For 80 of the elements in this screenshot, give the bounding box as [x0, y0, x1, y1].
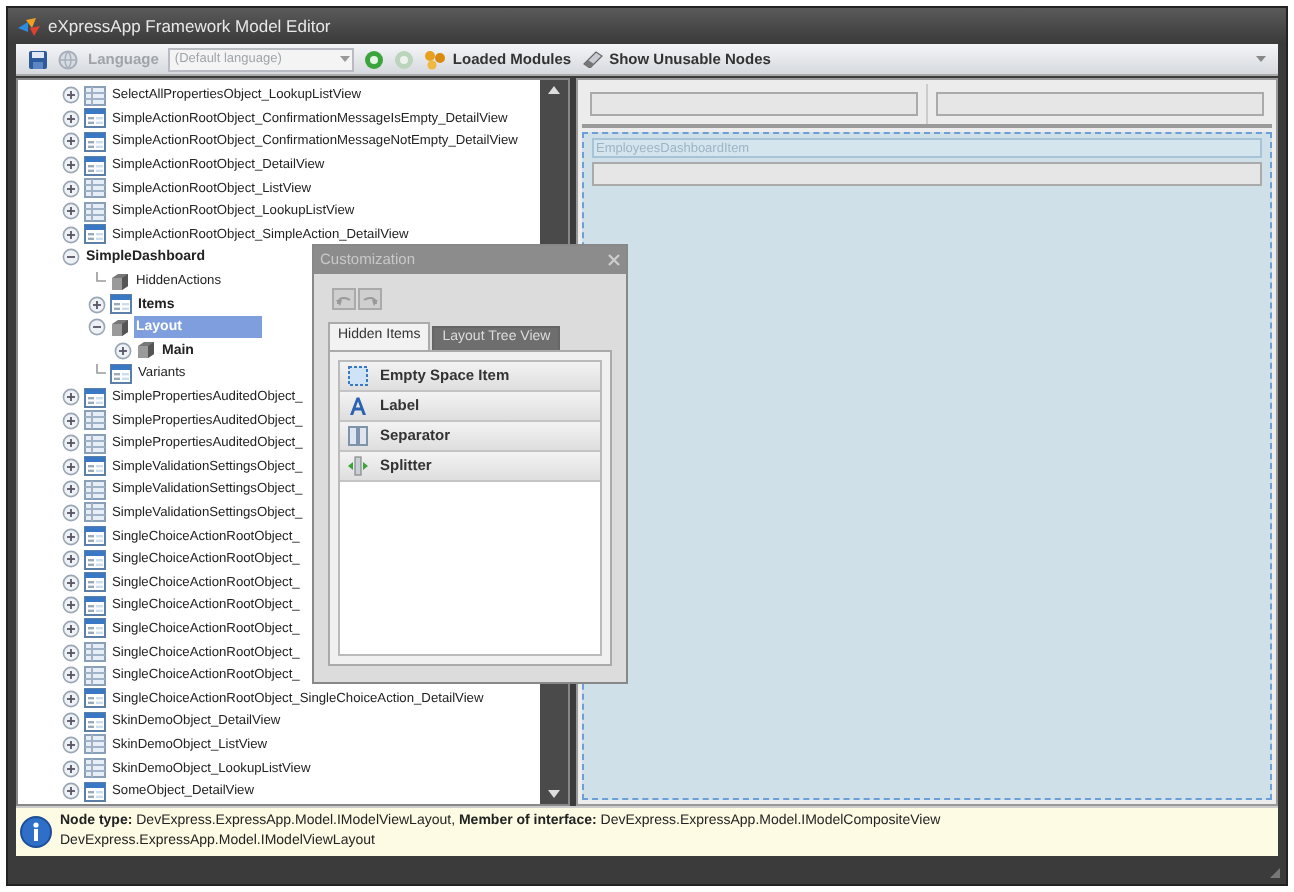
- form-icon: [84, 131, 106, 152]
- expand-icon[interactable]: [62, 202, 80, 221]
- grid-icon: [84, 642, 106, 663]
- expand-icon[interactable]: [62, 457, 80, 476]
- expand-icon[interactable]: [62, 619, 80, 638]
- form-icon: [84, 108, 106, 129]
- form-icon: [84, 618, 106, 639]
- cube-icon: [110, 317, 130, 338]
- scroll-up-icon[interactable]: [548, 86, 560, 94]
- grid-icon: [84, 665, 106, 686]
- info-icon: [20, 816, 52, 848]
- expand-icon[interactable]: [62, 388, 80, 407]
- expand-icon[interactable]: [62, 156, 80, 175]
- expand-icon[interactable]: [88, 295, 106, 314]
- expand-icon[interactable]: [62, 132, 80, 151]
- grid-icon: [84, 201, 106, 222]
- expand-icon[interactable]: [62, 527, 80, 546]
- dashed-square-icon: [348, 366, 368, 386]
- empty-field[interactable]: [592, 162, 1262, 186]
- expand-icon[interactable]: [62, 596, 80, 615]
- redo-icon: [362, 293, 378, 305]
- form-icon: [84, 572, 106, 593]
- expand-icon[interactable]: [62, 759, 80, 778]
- grid-icon: [84, 502, 106, 523]
- letter-icon: [348, 396, 368, 416]
- form-icon: [84, 387, 106, 408]
- expand-icon[interactable]: [62, 782, 80, 801]
- form-icon: [84, 224, 106, 245]
- grid-icon: [84, 178, 106, 199]
- form-icon: [84, 155, 106, 176]
- expand-icon[interactable]: [62, 643, 80, 662]
- form-icon: [110, 294, 132, 315]
- app-logo-icon: [18, 17, 40, 35]
- window-title: eXpressApp Framework Model Editor: [48, 13, 331, 39]
- expand-icon[interactable]: [62, 179, 80, 198]
- expand-icon[interactable]: [62, 735, 80, 754]
- empty-field[interactable]: [590, 92, 918, 116]
- eraser-icon: [581, 50, 604, 68]
- grid-icon: [84, 734, 106, 755]
- expand-icon[interactable]: [62, 503, 80, 522]
- collapse-icon[interactable]: [62, 248, 80, 267]
- form-icon: [84, 711, 106, 732]
- splitter-icon: [348, 456, 368, 476]
- form-icon: [110, 363, 132, 384]
- collapse-icon[interactable]: [88, 318, 106, 337]
- expand-icon[interactable]: [62, 86, 80, 105]
- ring-icon[interactable]: [364, 49, 385, 69]
- form-icon: [84, 688, 106, 709]
- undo-icon: [336, 293, 352, 305]
- expand-icon[interactable]: [62, 550, 80, 569]
- grid-icon: [84, 758, 106, 779]
- resize-grip-icon[interactable]: [1268, 866, 1282, 880]
- dropdown-arrow-icon: [340, 55, 351, 63]
- expand-icon[interactable]: [62, 666, 80, 685]
- grid-icon: [84, 410, 106, 431]
- globe-icon: [58, 49, 78, 69]
- expand-icon[interactable]: [62, 411, 80, 430]
- form-icon: [84, 549, 106, 570]
- save-icon[interactable]: [28, 49, 48, 69]
- cube-icon: [136, 340, 156, 361]
- expand-icon[interactable]: [62, 225, 80, 244]
- form-icon: [84, 526, 106, 547]
- empty-field[interactable]: [936, 92, 1264, 116]
- separator-icon: [348, 426, 368, 446]
- form-icon: [84, 595, 106, 616]
- expand-icon[interactable]: [62, 712, 80, 731]
- modules-icon: [424, 49, 447, 69]
- expand-icon[interactable]: [62, 480, 80, 499]
- expand-icon[interactable]: [62, 573, 80, 592]
- form-icon: [84, 456, 106, 477]
- scroll-down-icon[interactable]: [548, 790, 560, 798]
- chevron-icon[interactable]: [1256, 55, 1266, 63]
- expand-icon[interactable]: [62, 689, 80, 708]
- expand-icon[interactable]: [62, 109, 80, 128]
- grid-icon: [84, 433, 106, 454]
- grid-icon: [84, 479, 106, 500]
- cube-icon: [110, 271, 130, 292]
- expand-icon[interactable]: [62, 434, 80, 453]
- expand-icon[interactable]: [114, 341, 132, 360]
- grid-icon: [84, 85, 106, 106]
